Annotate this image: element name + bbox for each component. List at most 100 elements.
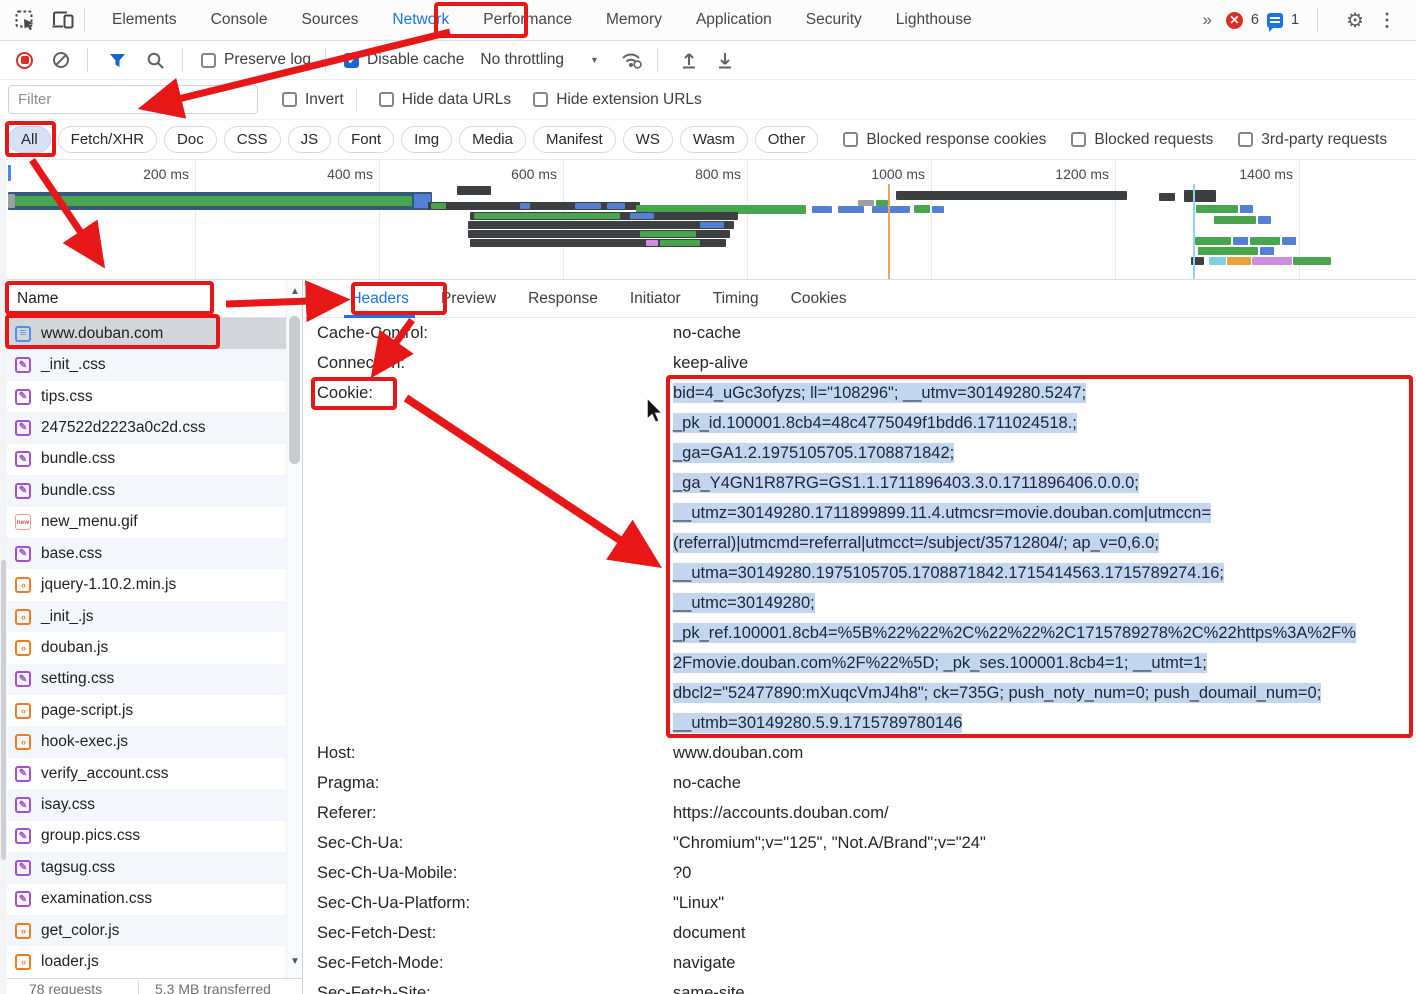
device-toolbar-icon[interactable] [52,9,74,31]
close-details-icon[interactable]: × [303,290,334,308]
waterfall-bar [812,206,832,213]
request-row[interactable]: ✎247522d2223a0c2d.css [7,412,286,443]
header-row: Sec-Ch-Ua-Mobile: ?0 [303,858,1416,888]
tab-memory[interactable]: Memory [589,0,679,40]
tab-performance[interactable]: Performance [466,0,589,40]
request-row[interactable]: ‹›jquery-1.10.2.min.js [7,569,286,600]
invert-checkbox[interactable] [282,92,297,107]
inspect-element-icon[interactable] [14,9,36,31]
window-scrollbar-track[interactable] [0,160,7,994]
hide-extension-urls-checkbox[interactable] [533,92,548,107]
header-name: Cache-Control: [317,318,428,348]
request-row[interactable]: ‹›loader.js [7,946,286,977]
scroll-up-icon[interactable]: ▲ [287,286,303,297]
chip-ws[interactable]: WS [623,126,673,153]
chip-manifest[interactable]: Manifest [533,126,616,153]
header-row: Cache-Control: no-cache [303,318,1416,348]
request-row[interactable]: ‹›page-script.js [7,695,286,726]
network-conditions-icon[interactable] [621,49,643,71]
chip-fetch-xhr[interactable]: Fetch/XHR [58,126,157,153]
tab-sources[interactable]: Sources [285,0,376,40]
request-row[interactable]: ‹›hook-exec.js [7,726,286,757]
search-icon[interactable] [144,49,166,71]
cookie-value-line: __utmb=30149280.5.9.1715789780146 [673,708,962,738]
ruler-gridline [195,160,196,280]
ruler-tick-label: 1200 ms [1025,166,1109,182]
disable-cache-checkbox[interactable] [344,53,359,68]
kebab-menu-icon[interactable]: ⋮ [1372,10,1402,31]
window-scrollbar-thumb[interactable] [1,560,6,860]
issue-count[interactable]: 1 [1291,12,1299,28]
tab-cookies[interactable]: Cookies [775,280,863,318]
devtools-tab-bar: Elements Console Sources Network Perform… [0,0,1416,41]
request-row[interactable]: ‹›douban.js [7,632,286,663]
waterfall-bar [1195,237,1231,245]
js-file-icon: ‹› [15,640,31,656]
tab-console[interactable]: Console [194,0,285,40]
request-row[interactable]: ≡www.douban.com [7,318,286,349]
header-value: same-site [673,978,1416,994]
request-row[interactable]: ‹›_init_.js [7,601,286,632]
request-row[interactable]: ✎_init_.css [7,349,286,380]
chip-media[interactable]: Media [459,126,526,153]
chip-js[interactable]: JS [288,126,332,153]
tab-headers[interactable]: Headers [334,280,425,318]
settings-gear-icon[interactable]: ⚙ [1346,8,1364,33]
throttling-caret-icon[interactable]: ▼ [590,55,599,65]
tab-elements[interactable]: Elements [95,0,194,40]
cookie-value-line: 2Fmovie.douban.com%2F%22%5D; _pk_ses.100… [673,648,1207,678]
filter-funnel-icon[interactable] [106,49,128,71]
error-count[interactable]: 6 [1251,12,1259,28]
request-row[interactable]: ✎verify_account.css [7,758,286,789]
network-overview-waterfall[interactable]: 200 ms 400 ms 600 ms 800 ms 1000 ms 1200… [0,160,1416,280]
chip-doc[interactable]: Doc [164,126,217,153]
tab-lighthouse[interactable]: Lighthouse [879,0,989,40]
record-network-log-button[interactable] [16,52,33,69]
request-row[interactable]: ✎bundle.css [7,475,286,506]
request-row[interactable]: ‹›get_color.js [7,915,286,946]
network-filter-row: Invert Hide data URLs Hide extension URL… [0,80,1416,120]
request-row[interactable]: ✎setting.css [7,664,286,695]
filter-input[interactable] [8,85,258,114]
request-row[interactable]: ✎examination.css [7,884,286,915]
request-row[interactable]: ✎tips.css [7,381,286,412]
chip-other[interactable]: Other [755,126,819,153]
tab-network[interactable]: Network [375,0,466,40]
chip-font[interactable]: Font [338,126,394,153]
header-name: Pragma: [317,768,379,798]
preserve-log-checkbox[interactable] [201,53,216,68]
chip-all[interactable]: All [8,126,51,153]
import-har-icon[interactable] [678,49,700,71]
scrollbar-thumb[interactable] [289,316,300,464]
blocked-requests-checkbox[interactable] [1071,132,1086,147]
third-party-requests-checkbox[interactable] [1238,132,1253,147]
tab-response[interactable]: Response [512,280,614,318]
tab-initiator[interactable]: Initiator [614,280,697,318]
waterfall-bar [1240,205,1253,213]
throttling-select[interactable]: No throttling [480,51,564,69]
chip-wasm[interactable]: Wasm [680,126,748,153]
request-row[interactable]: ✎tagsug.css [7,852,286,883]
invert-label: Invert [305,91,344,109]
more-tabs-icon[interactable]: » [1194,10,1217,30]
tab-application[interactable]: Application [679,0,789,40]
name-column-header[interactable]: Name [7,280,302,318]
tab-preview[interactable]: Preview [425,280,512,318]
request-row[interactable]: newnew_menu.gif [7,507,286,538]
request-row[interactable]: ✎base.css [7,538,286,569]
request-row[interactable]: ✎group.pics.css [7,821,286,852]
tab-timing[interactable]: Timing [697,280,775,318]
scroll-down-icon[interactable]: ▼ [287,956,303,967]
tab-security[interactable]: Security [789,0,879,40]
request-row[interactable]: ✎bundle.css [7,444,286,475]
preserve-log-label: Preserve log [224,51,311,69]
request-row[interactable]: ✎isay.css [7,789,286,820]
blocked-response-cookies-checkbox[interactable] [843,132,858,147]
hide-data-urls-checkbox[interactable] [379,92,394,107]
chip-img[interactable]: Img [401,126,452,153]
clear-network-log-icon[interactable] [53,52,69,68]
chip-css[interactable]: CSS [224,126,281,153]
header-value: navigate [673,948,1416,978]
export-har-icon[interactable] [714,49,736,71]
request-list-scrollbar[interactable]: ▲ ▼ [286,280,302,978]
